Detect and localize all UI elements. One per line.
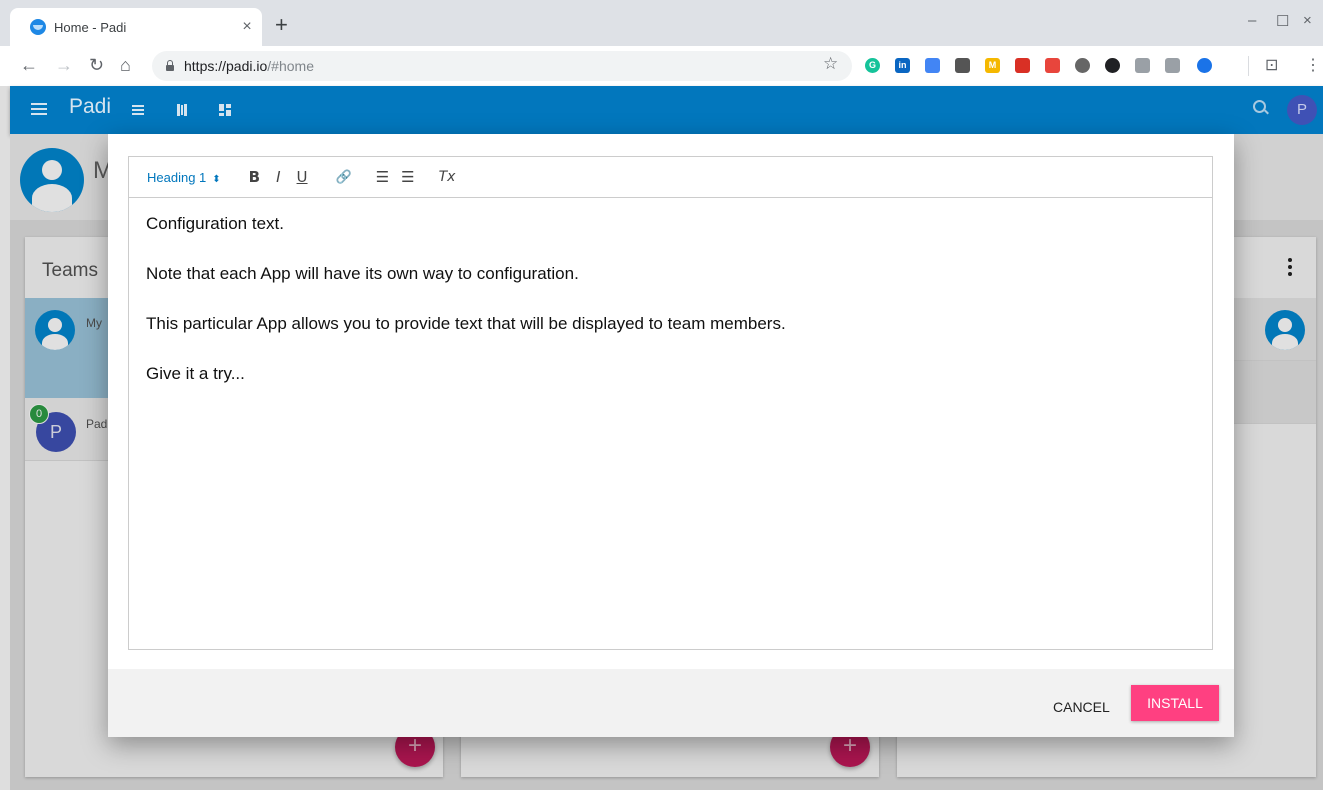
spiral-icon[interactable] — [955, 58, 970, 73]
back-icon[interactable]: ← — [20, 55, 38, 75]
browser-toolbar: ← → ↻ ⌂ https://padi.io/#home ☆ Gin M ⊡ ⋮ — [0, 46, 1323, 86]
blue-circle-icon[interactable] — [1197, 58, 1212, 73]
editor-paragraph: Give it a try... — [146, 364, 245, 383]
padi-favicon-icon — [30, 19, 46, 35]
url-host: https://padi.io — [184, 58, 268, 74]
toolbar-separator — [1248, 56, 1249, 76]
panel-icon[interactable] — [1135, 58, 1150, 73]
italic-button[interactable]: I — [276, 168, 280, 186]
translate-icon[interactable] — [925, 58, 940, 73]
map-view-icon[interactable] — [176, 104, 188, 116]
search-icon[interactable] — [1253, 100, 1266, 113]
link-icon[interactable]: 🔗 — [336, 170, 352, 185]
user-avatar[interactable]: P — [1287, 95, 1317, 125]
cancel-button[interactable]: CANCEL — [1043, 689, 1120, 725]
tab-close-icon[interactable]: × — [232, 18, 262, 36]
app-bar: Padi P — [10, 86, 1323, 134]
new-tab-button[interactable]: + — [275, 14, 288, 36]
puzzle-icon[interactable] — [1165, 58, 1180, 73]
book-icon[interactable] — [1015, 58, 1030, 73]
editor-paragraph: Note that each App will have its own way… — [146, 264, 579, 283]
bullet-list-icon[interactable]: ☰ — [401, 168, 414, 186]
configure-app-dialog: Heading 1 ⬍ B I U 🔗 ☰ ☰ Tx Configuration … — [108, 134, 1234, 737]
dialog-footer: CANCEL INSTALL — [108, 669, 1234, 737]
window-close-icon[interactable]: × — [1303, 12, 1312, 29]
percent-icon[interactable] — [1045, 58, 1060, 73]
grammarly-icon[interactable]: G — [865, 58, 880, 73]
reload-icon[interactable]: ↻ — [89, 55, 104, 75]
linkedin-icon[interactable]: in — [895, 58, 910, 73]
heading-select[interactable]: Heading 1 ⬍ — [147, 170, 221, 185]
tab-title: Home - Padi — [54, 19, 127, 35]
heading-select-value: Heading 1 — [147, 169, 207, 185]
browser-menu-icon[interactable]: ⋮ — [1305, 55, 1321, 75]
cast-icon[interactable]: ⊡ — [1265, 55, 1278, 75]
bookmark-star-icon[interactable]: ☆ — [823, 54, 838, 74]
home-icon[interactable]: ⌂ — [120, 55, 131, 75]
browser-tab[interactable]: Home - Padi × — [10, 8, 262, 46]
dark-icon[interactable] — [1105, 58, 1120, 73]
minimize-icon[interactable]: – — [1248, 12, 1256, 29]
select-arrows-icon: ⬍ — [212, 173, 221, 185]
editor-paragraph: Configuration text. — [146, 214, 284, 233]
underline-button[interactable]: U — [297, 168, 308, 186]
browser-tab-strip: Home - Padi × + – ☐ × — [0, 0, 1323, 46]
circle-icon[interactable] — [1075, 58, 1090, 73]
lock-icon — [166, 60, 174, 71]
install-button[interactable]: INSTALL — [1131, 685, 1219, 721]
maximize-icon[interactable]: ☐ — [1276, 12, 1289, 30]
text-editor[interactable]: Configuration text. Note that each App wi… — [128, 198, 1213, 650]
ordered-list-icon[interactable]: ☰ — [376, 168, 389, 186]
hamburger-menu-icon[interactable] — [31, 103, 47, 115]
forward-icon[interactable]: → — [55, 55, 73, 75]
m-icon[interactable]: M — [985, 58, 1000, 73]
dashboard-view-icon[interactable] — [219, 104, 231, 116]
clear-format-icon[interactable]: Tx — [439, 169, 456, 185]
editor-paragraph: This particular App allows you to provid… — [146, 314, 786, 333]
list-view-icon[interactable] — [132, 104, 144, 116]
address-bar[interactable]: https://padi.io/#home — [152, 51, 852, 81]
app-title: Padi — [69, 95, 112, 118]
editor-toolbar: Heading 1 ⬍ B I U 🔗 ☰ ☰ Tx — [128, 156, 1213, 198]
url-path: /#home — [267, 58, 314, 74]
bold-button[interactable]: B — [249, 168, 260, 186]
